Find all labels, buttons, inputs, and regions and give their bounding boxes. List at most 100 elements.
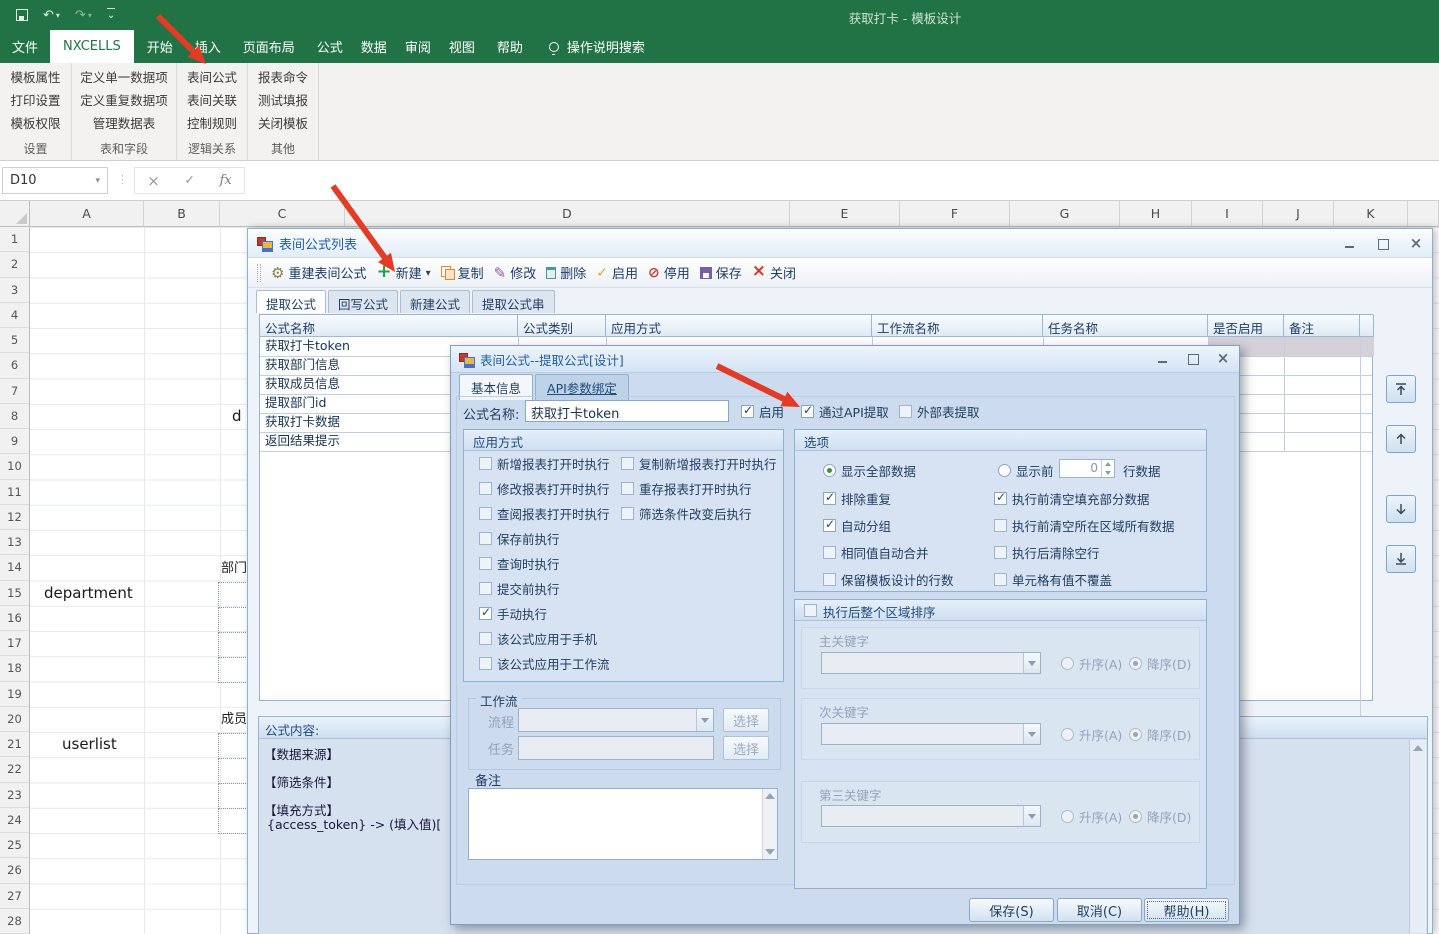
dialog-title-bar[interactable]: 表间公式列表 × [248,229,1432,258]
column-header-j[interactable]: J [1263,201,1334,227]
tab-insert[interactable]: 插入 [186,30,230,63]
combo-arrow-icon[interactable] [1023,724,1040,744]
col-header-workflow-name[interactable]: 工作流名称 [872,315,1043,337]
show-top-radio[interactable] [998,464,1011,477]
name-box[interactable]: D10 ▾ [2,167,108,194]
row-header[interactable]: 13 [0,530,29,555]
external-table-checkbox[interactable] [899,405,912,418]
close-button[interactable]: 关闭 [752,263,796,282]
row-header[interactable]: 8 [0,404,29,429]
descending-radio[interactable] [1129,810,1142,823]
column-header-d[interactable]: D [345,201,790,227]
row-count-spinner[interactable]: 0 [1059,459,1115,478]
redo-dropdown-icon[interactable]: ▾ [88,9,92,22]
row-header[interactable]: 20 [0,707,29,732]
column-header-e[interactable]: E [790,201,900,227]
checkbox[interactable] [823,492,836,505]
row-header[interactable]: 16 [0,606,29,631]
save-icon[interactable] [16,9,28,21]
checkbox[interactable] [479,582,492,595]
row-header[interactable]: 28 [0,909,29,934]
descending-radio[interactable] [1129,657,1142,670]
row-header[interactable]: 25 [0,833,29,858]
ribbon-button-intertable-formula[interactable]: 表间公式 [181,66,243,89]
ribbon-button-print-settings[interactable]: 打印设置 [4,89,66,112]
chevron-down-icon[interactable] [426,265,431,280]
row-header[interactable]: 7 [0,379,29,404]
table-row[interactable]: 获取成员信息 [265,375,340,394]
column-header-c[interactable]: C [220,201,345,227]
copy-button[interactable]: 复制 [441,263,484,282]
tab-formulas[interactable]: 公式 [308,30,352,63]
tab-data[interactable]: 数据 [352,30,396,63]
ascending-radio[interactable] [1061,810,1074,823]
col-header-task-name[interactable]: 任务名称 [1043,315,1208,337]
combo-arrow-icon[interactable] [696,709,713,731]
content-scrollbar[interactable] [1409,740,1426,933]
ribbon-button-control-rules[interactable]: 控制规则 [181,112,243,135]
table-row[interactable]: 获取打卡token [265,337,350,356]
scroll-up-icon[interactable] [1413,745,1423,751]
minimize-icon[interactable] [1342,238,1358,250]
row-header[interactable]: 4 [0,303,29,328]
col-header-enabled[interactable]: 是否启用 [1208,315,1284,337]
checkbox[interactable] [479,657,492,670]
tab-review[interactable]: 审阅 [396,30,440,63]
cancel-icon[interactable]: × [147,172,160,190]
combo-arrow-icon[interactable] [1023,653,1040,673]
cancel-button[interactable]: 取消(C) [1057,898,1142,922]
modify-button[interactable]: 修改 [494,263,537,282]
checkbox[interactable] [479,507,492,520]
ribbon-button-test-fill[interactable]: 测试填报 [252,89,314,112]
column-header-h[interactable]: H [1120,201,1192,227]
via-api-checkbox[interactable] [801,405,814,418]
row-header[interactable]: 12 [0,505,29,530]
dialog-title-bar[interactable]: 表间公式--提取公式[设计] × [451,346,1239,373]
third-key-combo[interactable] [821,805,1041,827]
row-header[interactable]: 21 [0,732,29,757]
move-up-button[interactable] [1386,425,1416,453]
spinner-value[interactable]: 0 [1060,460,1101,477]
ribbon-button-report-command[interactable]: 报表命令 [252,66,314,89]
formula-input[interactable] [248,167,1439,194]
disable-button[interactable]: 停用 [648,263,690,282]
row-header[interactable]: 14 [0,555,29,580]
manual-run-checkbox[interactable] [479,607,492,620]
tab-new-formula[interactable]: 新建公式 [400,290,470,313]
row-header[interactable]: 11 [0,480,29,505]
tab-view[interactable]: 视图 [440,30,484,63]
close-icon[interactable]: × [1215,353,1231,365]
maximize-icon[interactable] [1185,353,1201,365]
column-header-k[interactable]: K [1334,201,1408,227]
row-header[interactable]: 10 [0,454,29,479]
checkbox[interactable] [479,532,492,545]
table-row[interactable]: 获取打卡数据 [265,413,340,432]
checkbox[interactable] [479,632,492,645]
checkbox[interactable] [479,557,492,570]
row-header[interactable]: 15 [0,581,29,606]
column-header-g[interactable]: G [1010,201,1120,227]
tab-file[interactable]: 文件 [0,30,50,63]
row-header[interactable]: 18 [0,656,29,681]
save-button[interactable]: 保存(S) [969,898,1054,922]
row-header[interactable]: 9 [0,429,29,454]
delete-button[interactable]: 删除 [546,263,586,282]
row-header[interactable]: 3 [0,278,29,303]
checkbox[interactable] [994,492,1007,505]
row-header[interactable]: 24 [0,808,29,833]
checkbox[interactable] [823,519,836,532]
row-header[interactable]: 23 [0,783,29,808]
flow-combo[interactable] [518,708,714,732]
table-row[interactable]: 获取部门信息 [265,356,340,375]
save-button[interactable]: 保存 [700,263,742,282]
move-down-button[interactable] [1386,495,1416,523]
maximize-icon[interactable] [1375,238,1391,250]
ribbon-button-close-template[interactable]: 关闭模板 [252,112,314,135]
customize-qat-icon[interactable]: ⌄ [107,8,115,22]
enable-checkbox[interactable] [741,405,754,418]
primary-key-combo[interactable] [821,652,1041,674]
ribbon-button-manage-tables[interactable]: 管理数据表 [87,112,162,135]
column-header-f[interactable]: F [900,201,1010,227]
column-header-a[interactable]: A [30,201,144,227]
row-header[interactable]: 1 [0,227,29,252]
